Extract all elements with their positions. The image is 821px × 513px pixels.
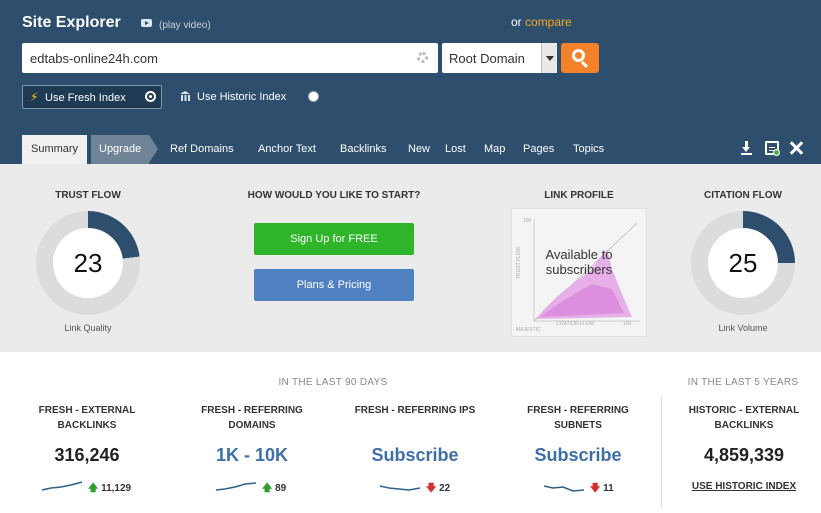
stat-value-referring-subnets[interactable]: Subscribe	[513, 445, 643, 466]
compare-link[interactable]: compare	[525, 15, 572, 29]
stat-label-external-backlinks: FRESH - EXTERNAL BACKLINKS	[38, 405, 136, 431]
trust-flow-title: TRUST FLOW	[55, 190, 121, 201]
sign-up-button[interactable]: Sign Up for FREE	[254, 223, 414, 255]
tab-pages[interactable]: Pages	[523, 135, 554, 164]
majestic-logo: MAJESTIC	[516, 327, 541, 333]
tab-anchor-text[interactable]: Anchor Text	[258, 135, 316, 164]
sparkline-external-backlinks	[41, 481, 83, 491]
bank-icon	[180, 91, 191, 101]
stat-value-historic-backlinks: 4,859,339	[703, 445, 785, 465]
fresh-index-option[interactable]: ⚡ Use Fresh Index	[22, 85, 162, 109]
lp-y-tick: 100	[523, 218, 532, 224]
arrow-up-icon: 🡅	[88, 483, 99, 494]
arrow-down-icon: 🡇	[426, 483, 437, 494]
delta-referring-domains: 89	[275, 483, 287, 494]
search-box	[22, 43, 438, 73]
trust-flow-caption: Link Quality	[64, 323, 112, 333]
tab-map[interactable]: Map	[484, 135, 505, 164]
delta-external-backlinks: 11,129	[101, 483, 132, 494]
tab-backlinks[interactable]: Backlinks	[340, 135, 386, 164]
play-video-link[interactable]: (play video)	[159, 20, 211, 31]
delta-referring-subnets: 11	[603, 483, 614, 494]
search-button[interactable]	[561, 43, 599, 73]
start-title: HOW WOULD YOU LIKE TO START?	[247, 190, 421, 201]
link-profile-chart: 100 TRUST FLOW CITATION FLOW 100 MAJESTI…	[511, 208, 647, 337]
trend-referring-domains: 🡅 89	[262, 481, 286, 498]
scope-select[interactable]: Root Domain	[442, 43, 557, 73]
subscribers-overlay: Available to subscribers	[545, 247, 613, 277]
stat-label-referring-subnets: FRESH - REFERRING SUBNETS	[527, 405, 629, 431]
stat-label-historic-backlinks: HISTORIC - EXTERNAL BACKLINKS	[688, 405, 800, 431]
search-icon-handle	[580, 60, 589, 69]
gear-icon[interactable]	[417, 52, 428, 63]
tools-icon[interactable]	[789, 141, 803, 155]
video-icon[interactable]	[141, 19, 152, 27]
sparkline-referring-domains	[215, 482, 257, 491]
stat-value-external-backlinks: 316,246	[54, 445, 120, 465]
citation-flow-donut: 25	[691, 211, 795, 315]
trust-flow-value: 23	[53, 228, 123, 298]
lp-x-axis-label: CITATION FLOW	[556, 321, 595, 327]
historic-index-radio[interactable]	[308, 91, 319, 102]
trend-referring-ips: 🡇 22	[426, 481, 450, 498]
stat-label-referring-domains: FRESH - REFERRING DOMAINS	[201, 405, 303, 431]
use-historic-index-link[interactable]: USE HISTORIC INDEX	[685, 481, 803, 492]
report-icon[interactable]	[765, 141, 780, 156]
or-text: or	[511, 15, 522, 29]
tab-bar: Summary Upgrade Ref Domains Anchor Text …	[0, 135, 821, 164]
trend-referring-subnets: 🡇 11	[590, 481, 614, 498]
delta-referring-ips: 22	[439, 483, 451, 494]
fresh-index-radio[interactable]	[145, 91, 156, 102]
stat-label-referring-ips: FRESH - REFERRING IPS	[354, 405, 476, 416]
trend-external-backlinks: 🡅 11,129	[88, 481, 131, 498]
lp-x-tick: 100	[623, 321, 632, 327]
search-input[interactable]	[30, 43, 410, 73]
chevron-down-icon[interactable]	[541, 43, 557, 73]
stat-value-referring-ips[interactable]: Subscribe	[350, 445, 480, 466]
sparkline-referring-ips	[379, 485, 421, 491]
tab-topics[interactable]: Topics	[573, 135, 604, 164]
stats-divider	[661, 397, 662, 507]
header: Site Explorer (play video) or compare Ro…	[0, 0, 821, 164]
tab-upgrade[interactable]: Upgrade	[91, 135, 159, 164]
tab-lost[interactable]: Lost	[445, 135, 466, 164]
or-compare: or compare	[511, 15, 572, 29]
arrow-up-icon: 🡅	[262, 483, 273, 494]
download-icon[interactable]	[740, 141, 754, 155]
tab-ref-domains[interactable]: Ref Domains	[170, 135, 234, 164]
trust-flow-donut: 23	[36, 211, 140, 315]
plans-pricing-button[interactable]: Plans & Pricing	[254, 269, 414, 301]
stat-value-referring-domains[interactable]: 1K - 10K	[187, 445, 317, 466]
period-5-years: IN THE LAST 5 YEARS	[687, 377, 799, 388]
scope-select-value: Root Domain	[449, 51, 525, 66]
site-explorer-app: Site Explorer (play video) or compare Ro…	[0, 0, 821, 513]
page-title: Site Explorer	[22, 14, 121, 31]
lightning-icon: ⚡	[30, 90, 39, 104]
fresh-index-label: Use Fresh Index	[45, 92, 126, 104]
link-profile-title: LINK PROFILE	[544, 190, 614, 201]
citation-flow-title: CITATION FLOW	[704, 190, 782, 201]
period-90-days: IN THE LAST 90 DAYS	[278, 377, 388, 388]
tab-new[interactable]: New	[408, 135, 430, 164]
citation-flow-caption: Link Volume	[718, 323, 768, 333]
citation-flow-value: 25	[708, 228, 778, 298]
tab-summary[interactable]: Summary	[22, 135, 88, 164]
historic-index-label[interactable]: Use Historic Index	[197, 91, 286, 103]
sparkline-referring-subnets	[543, 485, 585, 492]
arrow-down-icon: 🡇	[590, 483, 601, 494]
